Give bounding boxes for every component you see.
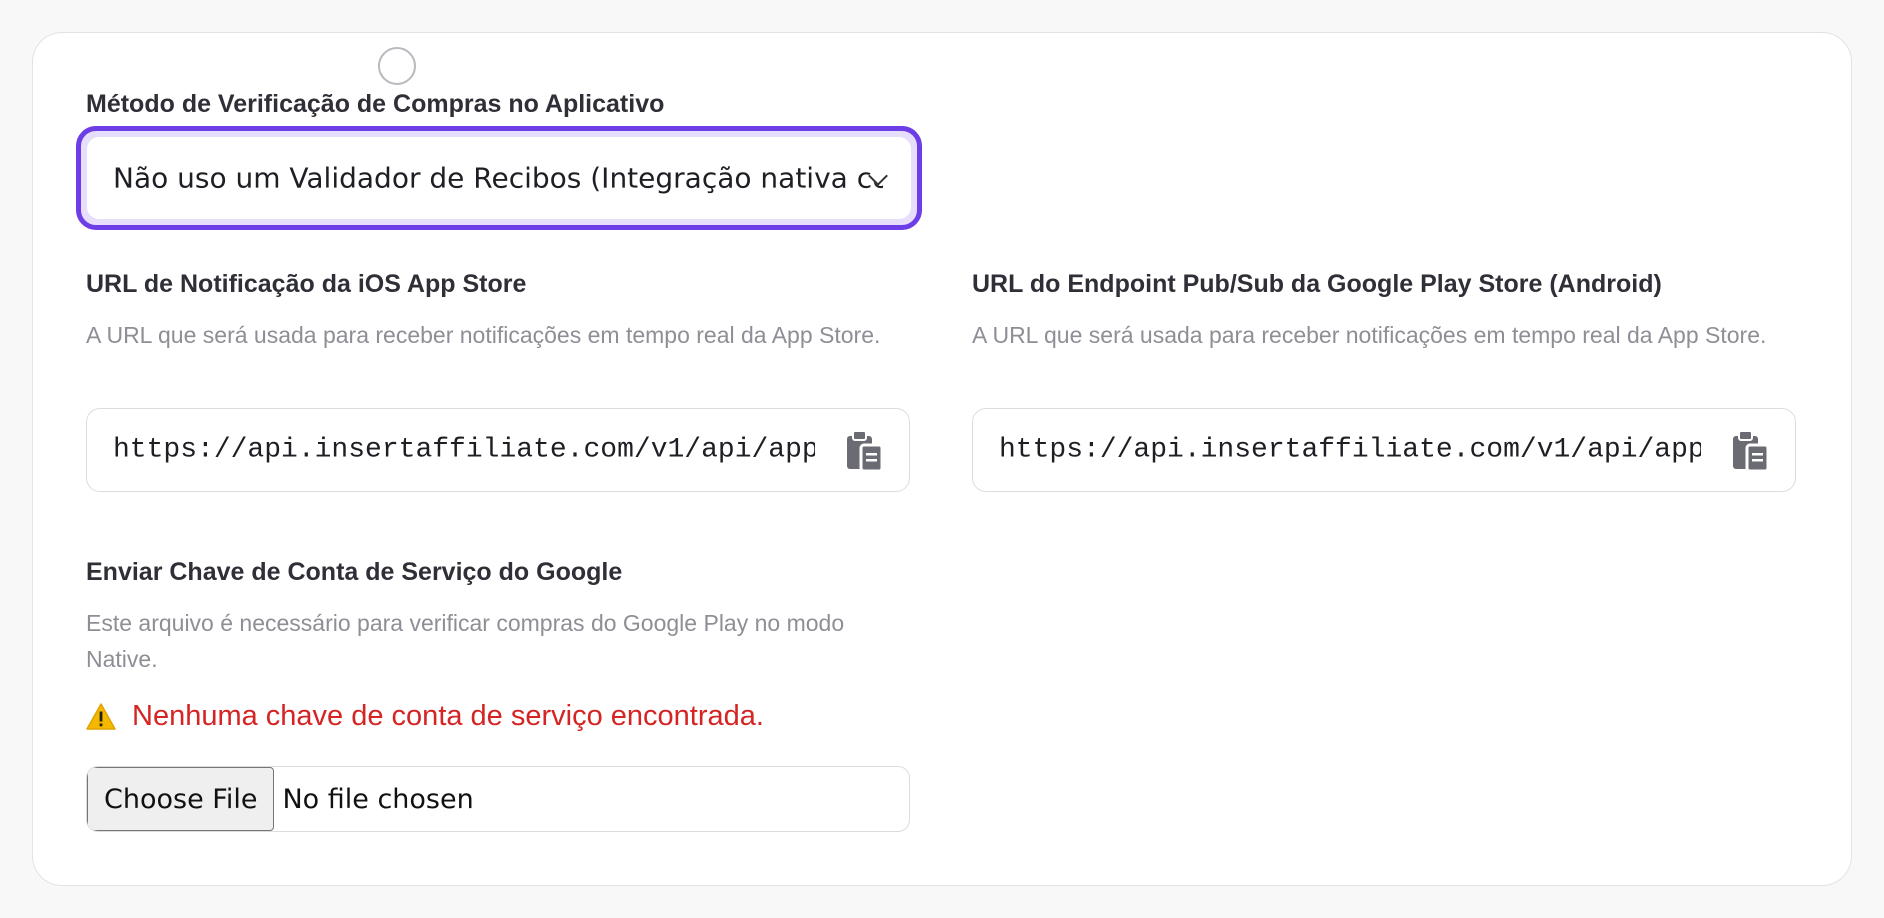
android-url-label: URL do Endpoint Pub/Sub da Google Play S… xyxy=(972,270,1662,298)
service-key-file-input[interactable]: Choose File No file chosen xyxy=(86,766,910,832)
verification-method-label: Método de Verificação de Compras no Apli… xyxy=(86,90,665,118)
warning-text: Nenhuma chave de conta de serviço encont… xyxy=(132,700,764,732)
verification-method-value: Não uso um Validador de Recibos (Integra… xyxy=(113,161,883,195)
android-url-help: A URL que será usada para receber notifi… xyxy=(972,322,1767,348)
ios-url-help: A URL que será usada para receber notifi… xyxy=(86,322,881,348)
warning-icon xyxy=(86,703,116,730)
service-key-help: Este arquivo é necessário para verificar… xyxy=(86,610,845,672)
ios-url-field[interactable]: https://api.insertaffiliate.com/v1/api/a… xyxy=(86,408,910,492)
verification-method-select[interactable]: Não uso um Validador de Recibos (Integra… xyxy=(76,126,922,230)
clipboard-icon[interactable] xyxy=(1731,429,1771,473)
file-status: No file chosen xyxy=(282,783,474,815)
radio-button[interactable] xyxy=(378,47,416,85)
ios-url-value: https://api.insertaffiliate.com/v1/api/a… xyxy=(113,434,815,466)
warning-message: Nenhuma chave de conta de serviço encont… xyxy=(86,700,764,733)
android-url-field[interactable]: https://api.insertaffiliate.com/v1/api/a… xyxy=(972,408,1796,492)
service-key-label: Enviar Chave de Conta de Serviço do Goog… xyxy=(86,558,623,586)
choose-file-button[interactable]: Choose File xyxy=(87,767,275,831)
ios-url-label: URL de Notificação da iOS App Store xyxy=(86,270,527,298)
android-url-value: https://api.insertaffiliate.com/v1/api/a… xyxy=(999,434,1701,466)
clipboard-icon[interactable] xyxy=(845,429,885,473)
